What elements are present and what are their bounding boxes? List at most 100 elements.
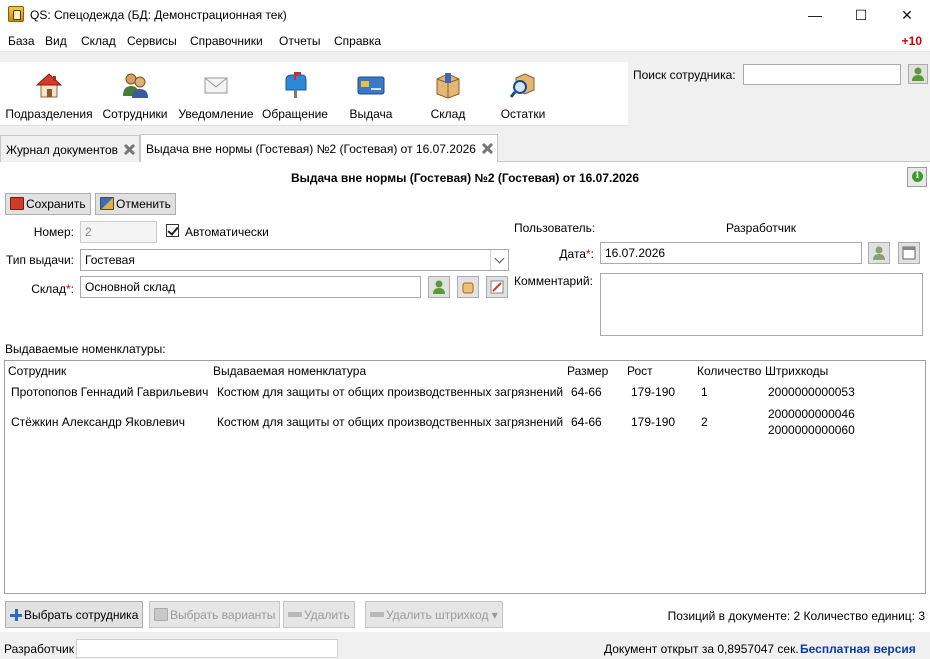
- chevron-down-icon[interactable]: [490, 250, 508, 270]
- minimize-button[interactable]: —: [792, 0, 838, 30]
- issue-type-label: Тип выдачи:: [5, 253, 74, 267]
- cell-item: Костюм для защиты от общих производствен…: [217, 415, 564, 429]
- warehouse-open-button[interactable]: [457, 276, 479, 298]
- toolbar-label: Подразделения: [5, 107, 93, 121]
- items-label: Выдаваемые номенклатуры:: [5, 342, 166, 356]
- menu-baza[interactable]: База: [8, 34, 35, 48]
- column-header[interactable]: Сотрудник: [8, 364, 66, 378]
- cell-employee: Стёжкин Александр Яковлевич: [11, 415, 185, 429]
- search-employee-input[interactable]: [743, 64, 901, 85]
- cell-employee: Протопопов Геннадий Гаврильевич: [11, 385, 209, 399]
- column-header[interactable]: Рост: [627, 364, 653, 378]
- menu-help[interactable]: Справка: [334, 34, 381, 48]
- warehouse-select-button[interactable]: [428, 276, 450, 298]
- document-tabs: Журнал документов Выдача вне нормы (Гост…: [0, 133, 930, 162]
- document-title: Выдача вне нормы (Гостевая) №2 (Гостевая…: [290, 171, 640, 185]
- minus-icon: [288, 612, 302, 617]
- menu-services[interactable]: Сервисы: [127, 34, 177, 48]
- main-toolbar: Подразделения Сотрудники Уведомление Обр…: [0, 62, 628, 126]
- column-header[interactable]: Штрихкоды: [765, 364, 828, 378]
- delete-button[interactable]: Удалить: [283, 601, 355, 628]
- select-employee-button[interactable]: Выбрать сотрудника: [5, 601, 144, 628]
- info-button[interactable]: [907, 167, 927, 187]
- menu-references[interactable]: Справочники: [190, 34, 263, 48]
- tab-journal[interactable]: Журнал документов: [0, 135, 141, 162]
- cell-item: Костюм для защиты от общих производствен…: [217, 385, 564, 399]
- person-icon: [433, 280, 445, 294]
- user-value: Разработчик: [726, 221, 796, 235]
- cancel-button[interactable]: Отменить: [95, 193, 176, 215]
- column-header[interactable]: Выдаваемая номенклатура: [213, 364, 366, 378]
- warehouse-field[interactable]: Основной склад: [80, 276, 421, 298]
- tab-label: Журнал документов: [6, 143, 119, 157]
- document-panel: Выдача вне нормы (Гостевая) №2 (Гостевая…: [0, 162, 930, 632]
- menu-reports[interactable]: Отчеты: [279, 34, 320, 48]
- toolbar-issue-button[interactable]: Выдача: [340, 64, 402, 124]
- search-employee-button[interactable]: [908, 64, 928, 84]
- calendar-button[interactable]: [898, 242, 920, 264]
- house-icon: [35, 73, 63, 98]
- column-header[interactable]: Размер: [567, 364, 608, 378]
- status-load-time: Документ открыт за 0,8957047 сек.: [604, 642, 799, 656]
- save-icon: [10, 197, 24, 210]
- warehouse-edit-button[interactable]: [486, 276, 508, 298]
- comment-field[interactable]: [600, 273, 923, 336]
- close-icon[interactable]: [124, 144, 135, 155]
- status-progress: [76, 639, 338, 658]
- cell-size: 64-66: [571, 415, 602, 429]
- toolbar-warehouse-button[interactable]: Склад: [417, 64, 479, 124]
- date-label: Дата*:: [559, 247, 594, 261]
- person-icon: [912, 67, 924, 81]
- toolbar-departments-button[interactable]: Подразделения: [5, 64, 93, 124]
- auto-number-label: Автоматически: [185, 225, 269, 239]
- number-label: Номер:: [33, 225, 74, 239]
- column-header[interactable]: Количество: [697, 364, 761, 378]
- cell-size: 64-66: [571, 385, 602, 399]
- toolbar-label: Сотрудники: [102, 107, 168, 121]
- maximize-button[interactable]: ☐: [838, 0, 884, 30]
- toolbar-appeal-button[interactable]: Обращение: [260, 64, 330, 124]
- issue-type-select[interactable]: Гостевая: [80, 249, 509, 271]
- cell-barcode: 2000000000046: [768, 407, 855, 421]
- search-label: Поиск сотрудника:: [633, 68, 736, 82]
- toolbar-employees-button[interactable]: Сотрудники: [99, 64, 171, 124]
- warehouse-label: Склад*:: [31, 282, 74, 296]
- cell-height: 179-190: [631, 385, 676, 399]
- date-person-button[interactable]: [868, 242, 890, 264]
- mailbox-icon: [285, 72, 307, 98]
- cell-quantity: 2: [701, 415, 708, 429]
- select-variants-button[interactable]: Выбрать варианты: [149, 601, 281, 628]
- cell-height: 179-190: [631, 415, 676, 429]
- auto-number-checkbox[interactable]: [166, 224, 179, 237]
- toolbar-notification-button[interactable]: Уведомление: [177, 64, 255, 124]
- document-summary: Позиций в документе: 2 Количество единиц…: [667, 609, 925, 623]
- toolbar-label: Остатки: [500, 107, 546, 121]
- delete-barcode-button[interactable]: Удалить штрихкод ▾: [365, 601, 503, 628]
- edit-icon: [490, 280, 504, 294]
- save-button[interactable]: Сохранить: [5, 193, 91, 215]
- version-link[interactable]: Бесплатная версия: [800, 642, 916, 656]
- card-icon: [357, 76, 385, 95]
- envelope-icon: [204, 77, 228, 94]
- person-icon: [873, 246, 885, 260]
- status-user: Разработчик: [4, 642, 74, 656]
- chevron-down-icon: ▾: [491, 608, 498, 622]
- date-field[interactable]: 16.07.2026: [600, 242, 862, 264]
- comment-label: Комментарий:: [514, 274, 593, 288]
- close-button[interactable]: ✕: [884, 0, 930, 30]
- toolbar-label: Склад: [430, 107, 466, 121]
- items-table[interactable]: Сотрудник Выдаваемая номенклатура Размер…: [4, 360, 926, 594]
- close-icon[interactable]: [482, 143, 493, 154]
- toolbar-stock-button[interactable]: Остатки: [492, 64, 554, 124]
- menu-view[interactable]: Вид: [45, 34, 67, 48]
- menu-warehouse[interactable]: Склад: [81, 34, 116, 48]
- number-field[interactable]: 2: [80, 221, 157, 243]
- toolbar-label: Уведомление: [178, 107, 254, 121]
- menu-bar: База Вид Склад Сервисы Справочники Отчет…: [0, 30, 930, 52]
- plus-icon: [10, 609, 22, 621]
- cancel-icon: [100, 197, 114, 210]
- status-bar: Разработчик Документ открыт за 0,8957047…: [0, 637, 930, 659]
- tab-issue-document[interactable]: Выдача вне нормы (Гостевая) №2 (Гостевая…: [140, 134, 498, 162]
- notification-count[interactable]: +10: [902, 34, 922, 48]
- box-icon: [436, 73, 460, 99]
